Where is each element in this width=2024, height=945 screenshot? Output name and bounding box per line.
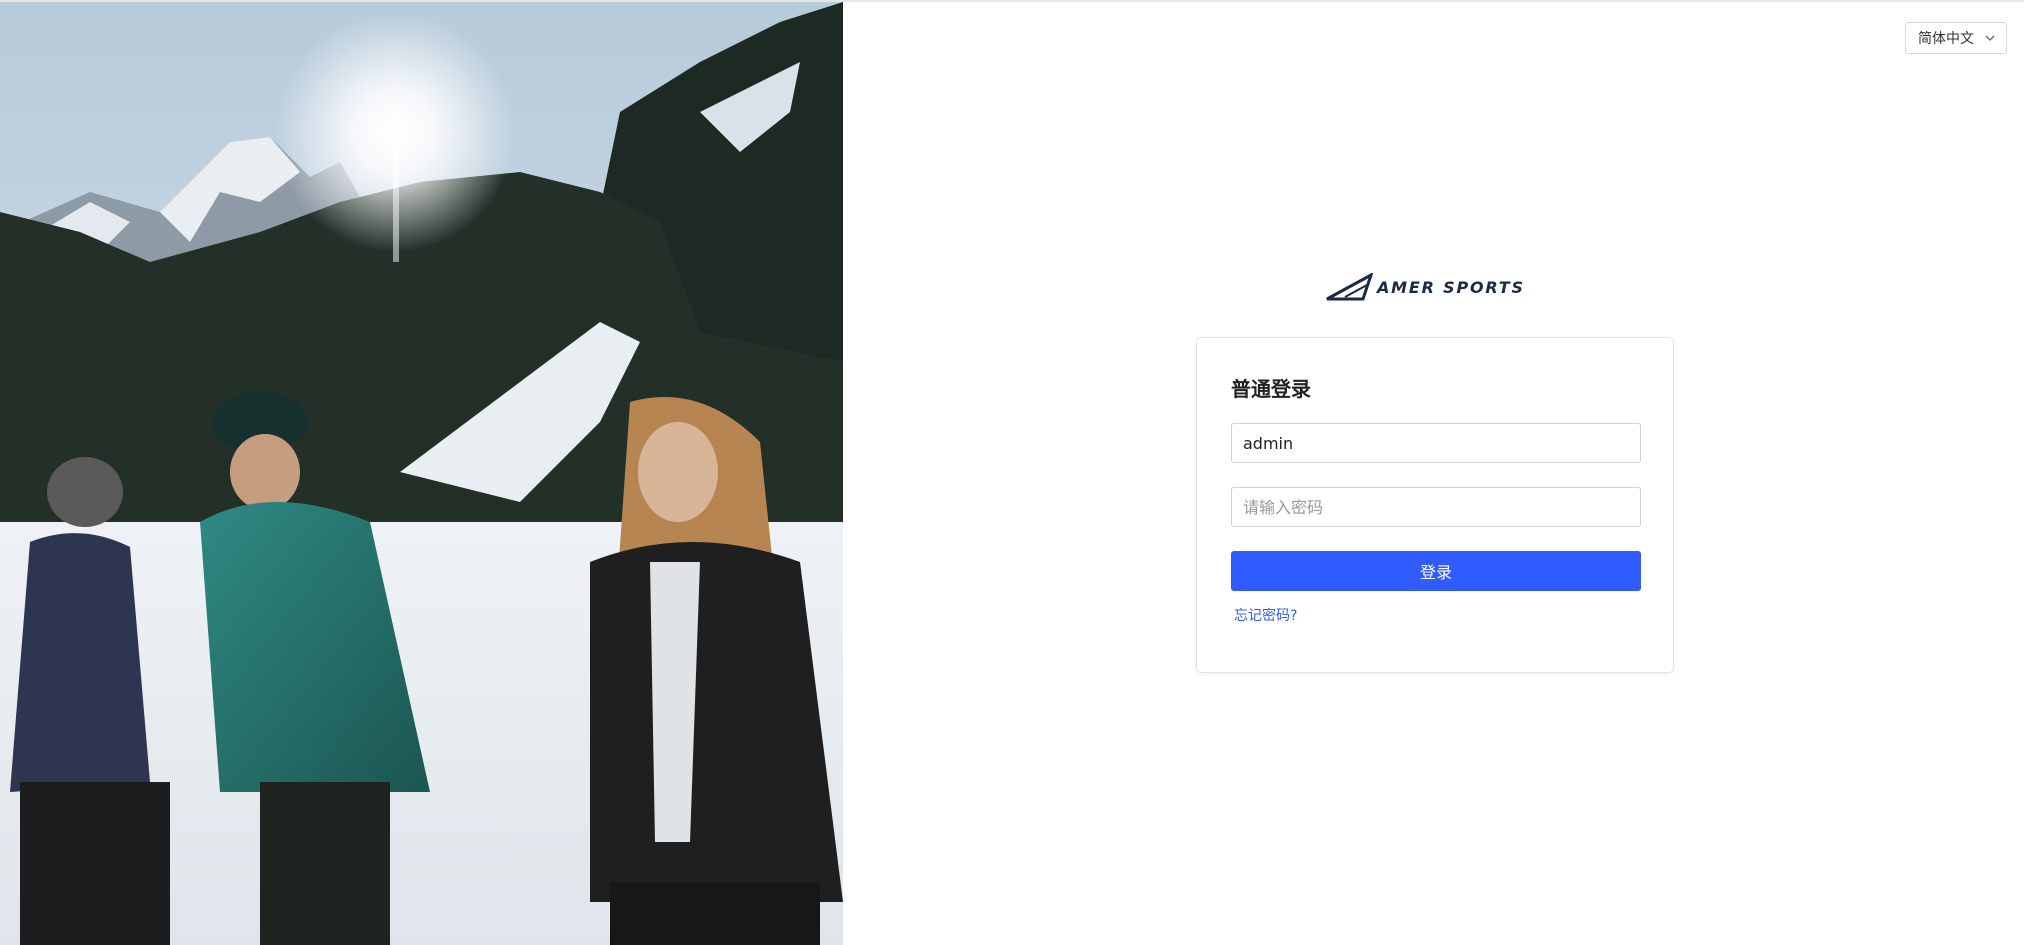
login-title: 普通登录 <box>1231 377 1311 401</box>
brand-wordmark: AMER SPORTS <box>1377 277 1525 297</box>
login-card: 普通登录 登录 忘记密码? <box>1196 337 1674 673</box>
amer-sports-mark-icon <box>1326 273 1373 301</box>
forgot-password-link[interactable]: 忘记密码? <box>1234 605 1297 625</box>
winter-scene-image <box>0 2 843 945</box>
login-button[interactable]: 登录 <box>1231 551 1641 591</box>
language-select-value: 简体中文 <box>1918 31 1974 47</box>
brand-logo: AMER SPORTS <box>1325 272 1537 302</box>
hero-photo <box>0 2 843 945</box>
chevron-down-icon <box>1985 35 1995 41</box>
language-select[interactable]: 简体中文 <box>1905 22 2007 54</box>
username-input[interactable] <box>1231 423 1641 463</box>
login-page: 简体中文 AMER SPORTS 普通登录 登录 忘记密码? <box>0 0 2024 945</box>
password-input[interactable] <box>1231 487 1641 527</box>
